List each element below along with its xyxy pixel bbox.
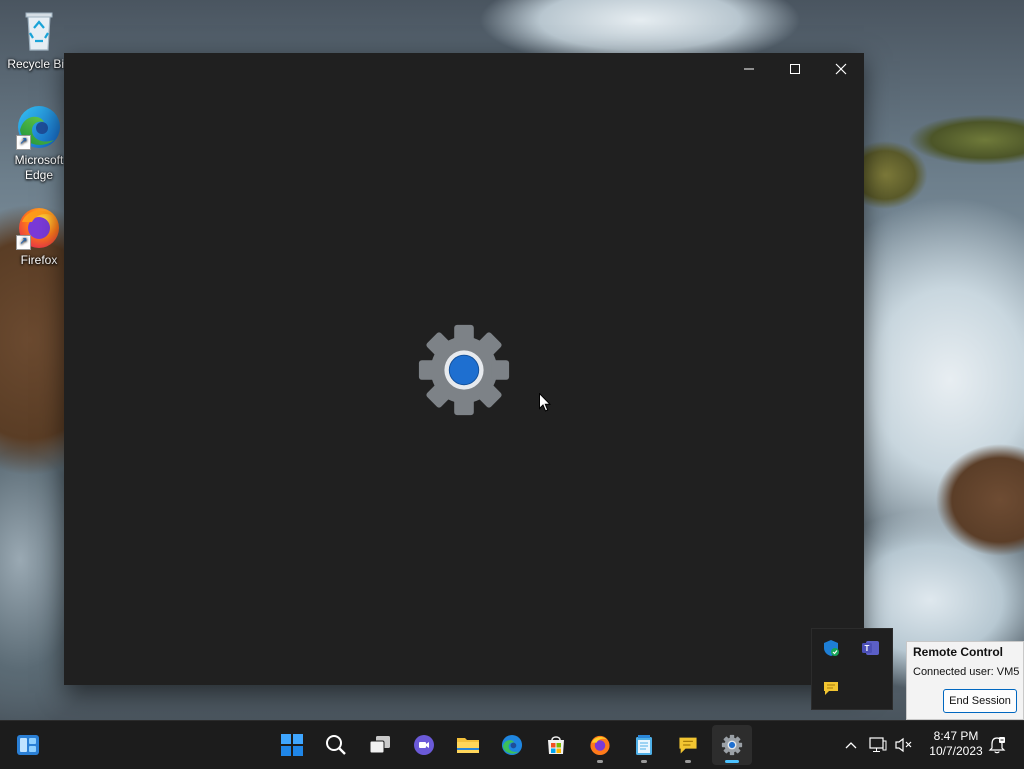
taskbar-meet-button[interactable]: [404, 725, 444, 765]
connected-user-value: VM5: [996, 666, 1020, 678]
chat-bubble-icon[interactable]: [820, 677, 842, 699]
taskbar-firefox[interactable]: [580, 725, 620, 765]
close-icon: [835, 63, 847, 75]
running-indicator: [685, 760, 691, 763]
show-hidden-icons-button[interactable]: [840, 734, 862, 756]
remote-control-panel: Remote Control Connected user: VM5 End S…: [906, 641, 1024, 720]
running-indicator: [641, 760, 647, 763]
taskbar-file-explorer[interactable]: [448, 725, 488, 765]
firefox-icon: [590, 735, 610, 756]
start-icon: [281, 734, 303, 756]
store-icon: [548, 736, 564, 754]
maximize-button[interactable]: [772, 53, 818, 85]
settings-gear-icon: [415, 321, 513, 419]
recycle-bin-icon: [16, 8, 62, 54]
taskbar-chat-app[interactable]: [668, 725, 708, 765]
taskbar-widget-button[interactable]: [8, 725, 48, 765]
start-button[interactable]: [272, 725, 312, 765]
network-icon: [869, 737, 887, 752]
search-icon: [326, 735, 346, 755]
edge-icon: ↗: [16, 104, 62, 150]
edge-icon: [501, 734, 523, 756]
network-status-button[interactable]: [867, 734, 889, 756]
volume-muted-icon: [895, 737, 912, 753]
taskbar: 8:47 PM 10/7/2023: [0, 720, 1024, 769]
minimize-icon: [744, 68, 754, 70]
clock-time: 8:47 PM: [933, 729, 979, 743]
notification-bell-icon: [988, 737, 1006, 754]
taskbar-edge[interactable]: [492, 725, 532, 765]
file-explorer-icon: [457, 738, 479, 753]
notifications-button[interactable]: [986, 734, 1008, 756]
search-button[interactable]: [316, 725, 356, 765]
widgets-icon: [17, 735, 39, 755]
running-indicator: [597, 760, 603, 763]
connected-user-label: Connected user:: [913, 666, 994, 678]
svg-text:T: T: [865, 644, 870, 653]
maximize-icon: [790, 64, 800, 74]
close-button[interactable]: [818, 53, 864, 85]
taskbar-clock[interactable]: 8:47 PM 10/7/2023: [924, 729, 988, 759]
task-view-button[interactable]: [360, 725, 400, 765]
mouse-cursor-icon: [539, 393, 551, 412]
taskbar-store[interactable]: [536, 725, 576, 765]
taskbar-settings[interactable]: [712, 725, 752, 765]
tray-overflow-flyout: T: [811, 628, 893, 710]
settings-icon: [721, 734, 743, 756]
window-controls: [726, 53, 864, 85]
task-view-icon: [369, 736, 390, 754]
remote-control-title: Remote Control: [913, 645, 1003, 659]
firefox-icon: ↗: [16, 204, 62, 250]
end-session-button[interactable]: End Session: [943, 689, 1017, 713]
meet-icon: [414, 735, 434, 755]
defender-shield-icon[interactable]: [820, 637, 842, 659]
chat-bubble-icon: [679, 737, 697, 754]
minimize-button[interactable]: [726, 53, 772, 85]
chevron-up-icon: [845, 742, 857, 749]
notepad-icon: [636, 735, 652, 755]
active-indicator: [725, 760, 739, 763]
settings-window[interactable]: [64, 53, 864, 685]
teams-icon[interactable]: T: [860, 637, 882, 659]
volume-button[interactable]: [893, 734, 915, 756]
connected-user-line: Connected user: VM5: [913, 666, 1019, 678]
clock-date: 10/7/2023: [929, 744, 983, 758]
taskbar-notepad[interactable]: [624, 725, 664, 765]
